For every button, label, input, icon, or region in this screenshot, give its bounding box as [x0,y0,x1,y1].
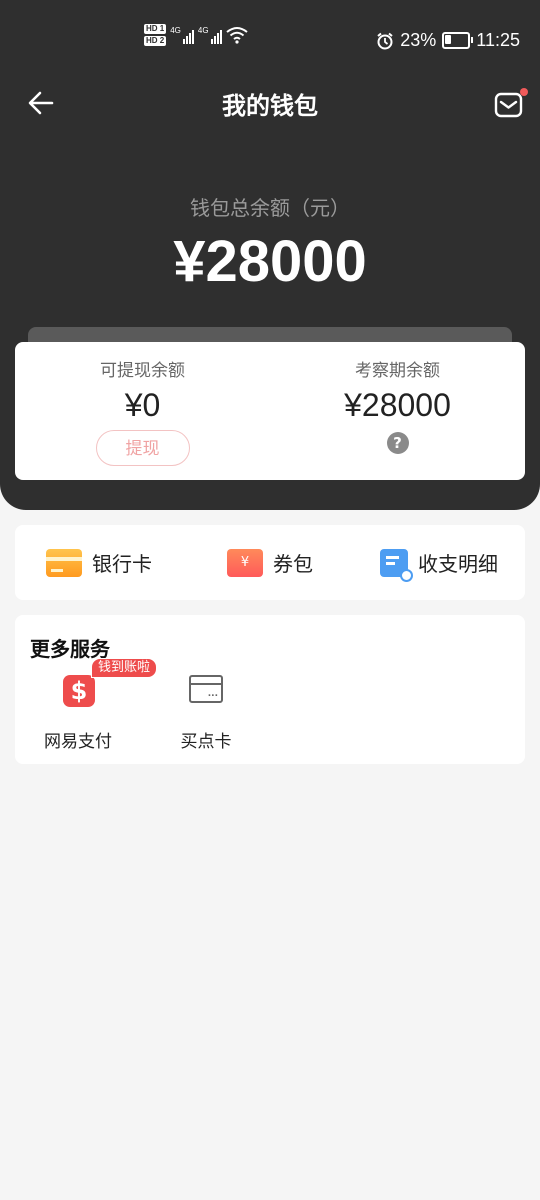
promo-badge: 钱到账啦 [91,658,158,678]
netease-pay-icon: $ [63,675,95,707]
signal-2-icon: 4G [198,26,222,44]
withdrawable-section: 可提现余额 ¥0 提现 [15,342,270,466]
question-mark-icon[interactable]: ? [386,432,409,454]
withdrawable-label: 可提现余额 [100,361,185,381]
battery-percent: 23% [400,30,437,50]
transaction-detail-link[interactable]: 收支明细 [380,525,498,600]
total-balance-label: 钱包总余额（元） [190,196,350,220]
bank-card-icon [46,548,82,577]
point-card-label: 买点卡 [180,732,232,752]
coupon-icon: ¥ [227,548,263,577]
wifi-icon [225,27,248,44]
clock: 11:25 [476,30,520,50]
quick-links-bar: 银行卡 ¥ 券包 收支明细 [15,525,525,600]
bank-card-link[interactable]: 银行卡 [46,525,152,600]
page-title: 我的钱包 [222,92,318,120]
coupon-label: 券包 [273,552,313,576]
battery-icon [442,32,474,49]
review-period-value: ¥28000 [344,387,451,423]
withdraw-button[interactable]: 提现 [95,430,190,466]
unread-dot [520,88,528,96]
coupon-link[interactable]: ¥ 券包 [227,525,313,600]
withdrawable-value: ¥0 [124,387,161,423]
balance-card: 可提现余额 ¥0 提现 考察期余额 ¥28000 ? [15,342,525,480]
netease-pay-service[interactable]: $ 钱到账啦 网易支付 [33,658,158,752]
mail-icon [494,92,523,118]
hd-badge-1: HD 1 [144,24,167,34]
alarm-icon [377,32,393,49]
review-period-label: 考察期余额 [355,361,440,381]
point-card-service[interactable]: ... 买点卡 [161,667,251,752]
review-period-section: 考察期余额 ¥28000 ? [270,342,525,454]
signal-1-icon: 4G [170,26,194,44]
message-button[interactable] [494,88,528,120]
more-services-section: 更多服务 $ 钱到账啦 网易支付 ... 买点卡 [15,615,525,764]
bank-card-label: 银行卡 [92,552,152,576]
status-bar: HD 1 HD 2 4G 4G 23% 11:25 [0,20,540,60]
netease-pay-label: 网易支付 [44,732,112,752]
total-balance-amount: ¥28000 [173,229,367,294]
transaction-detail-icon [380,548,413,582]
point-card-icon: ... [189,675,223,703]
transaction-detail-label: 收支明细 [418,552,498,576]
hd-badge-2: HD 2 [144,36,167,46]
network-indicators: HD 1 HD 2 4G 4G [144,24,248,46]
